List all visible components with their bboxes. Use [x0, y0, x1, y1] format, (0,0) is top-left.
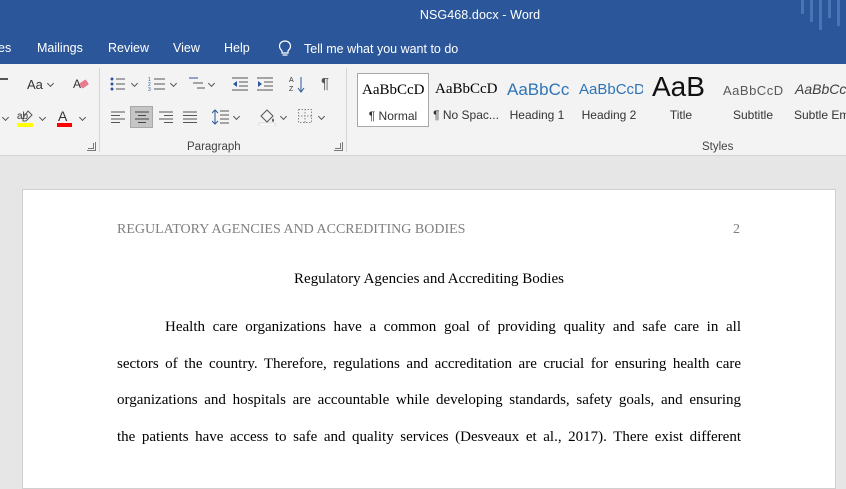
style-title[interactable]: AaB Title [647, 73, 715, 127]
font-color-icon[interactable]: A [56, 108, 74, 128]
style-subtle-emphasis[interactable]: AaBbCcI Subtle Em [791, 73, 846, 127]
decrease-indent-icon[interactable] [231, 77, 249, 91]
line-spacing-icon[interactable] [212, 109, 230, 125]
style-subtitle[interactable]: AaBbCcD Subtitle [719, 73, 787, 127]
chevron-down-icon [130, 79, 139, 88]
chevron-down-icon [46, 79, 55, 88]
paragraph-dialog-launcher-icon[interactable] [334, 142, 343, 151]
show-formatting-marks-icon[interactable]: ¶ [321, 75, 329, 92]
chevron-down-icon [169, 79, 178, 88]
change-case-button[interactable]: Aa [27, 77, 43, 92]
running-head: REGULATORY AGENCIES AND ACCREDITING BODI… [117, 222, 466, 237]
style-no-spacing[interactable]: AaBbCcD ¶ No Spac... [431, 73, 501, 127]
title-bar: NSG468.docx - Word [0, 0, 846, 34]
multilevel-list-icon[interactable] [188, 76, 206, 91]
chevron-down-icon [1, 113, 10, 122]
style-heading-2[interactable]: AaBbCcD Heading 2 [575, 73, 643, 127]
tell-me-label: Tell me what you want to do [304, 41, 459, 56]
font-dialog-launcher-icon[interactable] [87, 142, 96, 151]
chevron-down-icon [78, 113, 87, 122]
tab-help[interactable]: Help [224, 41, 250, 55]
paragraph-line: the patients have access to safe and qua… [117, 429, 741, 445]
justify-icon[interactable] [183, 111, 197, 123]
paragraph-group-label: Paragraph [187, 141, 241, 153]
tab-view[interactable]: View [173, 41, 200, 55]
shading-icon[interactable] [258, 108, 276, 126]
style-heading-1[interactable]: AaBbCc Heading 1 [503, 73, 571, 127]
ribbon-tab-row: es Mailings Review View Help Tell me wha… [0, 34, 846, 64]
font-size-shrink-icon[interactable] [0, 78, 8, 80]
align-center-button[interactable] [130, 106, 153, 128]
window-title: NSG468.docx - Word [419, 8, 541, 22]
align-left-icon[interactable] [111, 111, 125, 123]
document-canvas: REGULATORY AGENCIES AND ACCREDITING BODI… [0, 157, 846, 489]
chevron-down-icon [232, 112, 241, 121]
tell-me-search[interactable]: Tell me what you want to do [278, 40, 458, 57]
svg-text:3: 3 [148, 87, 151, 91]
lightbulb-icon [278, 40, 292, 56]
tab-mailings[interactable]: Mailings [37, 41, 83, 55]
align-center-icon [135, 111, 149, 123]
numbering-icon[interactable]: 1 2 3 [148, 76, 166, 91]
chevron-down-icon [279, 112, 288, 121]
tab-references[interactable]: es [0, 41, 11, 55]
sort-icon[interactable]: A Z [289, 75, 305, 93]
page-number: 2 [733, 222, 740, 237]
bullets-icon[interactable] [110, 77, 126, 91]
group-divider [346, 68, 347, 152]
paragraph-line: Health care organizations have a common … [165, 319, 741, 335]
borders-icon[interactable] [298, 109, 312, 123]
align-right-icon[interactable] [159, 111, 173, 123]
chevron-down-icon [207, 79, 216, 88]
tab-review[interactable]: Review [108, 41, 149, 55]
styles-group-label: Styles [702, 141, 734, 153]
svg-text:A: A [289, 77, 294, 84]
group-divider [99, 68, 100, 152]
title-bar-decoration [801, 0, 840, 30]
document-title: Regulatory Agencies and Accrediting Bodi… [294, 271, 564, 287]
svg-text:Z: Z [289, 86, 294, 93]
clear-formatting-icon[interactable]: A [72, 76, 90, 92]
document-page[interactable]: REGULATORY AGENCIES AND ACCREDITING BODI… [22, 189, 836, 489]
paragraph-line: sectors of the country. Therefore, regul… [117, 356, 741, 372]
chevron-down-icon [38, 113, 47, 122]
style-normal[interactable]: AaBbCcD ¶ Normal [357, 73, 429, 127]
chevron-down-icon [317, 112, 326, 121]
text-highlight-icon[interactable]: ab [16, 108, 36, 128]
paragraph-line: organizations and hospitals are accounta… [117, 392, 741, 408]
increase-indent-icon[interactable] [256, 77, 274, 91]
svg-text:A: A [58, 108, 68, 124]
ribbon: Aa A ab A 1 2 3 A Z ¶ Paragraph AaBbCcD … [0, 64, 846, 156]
